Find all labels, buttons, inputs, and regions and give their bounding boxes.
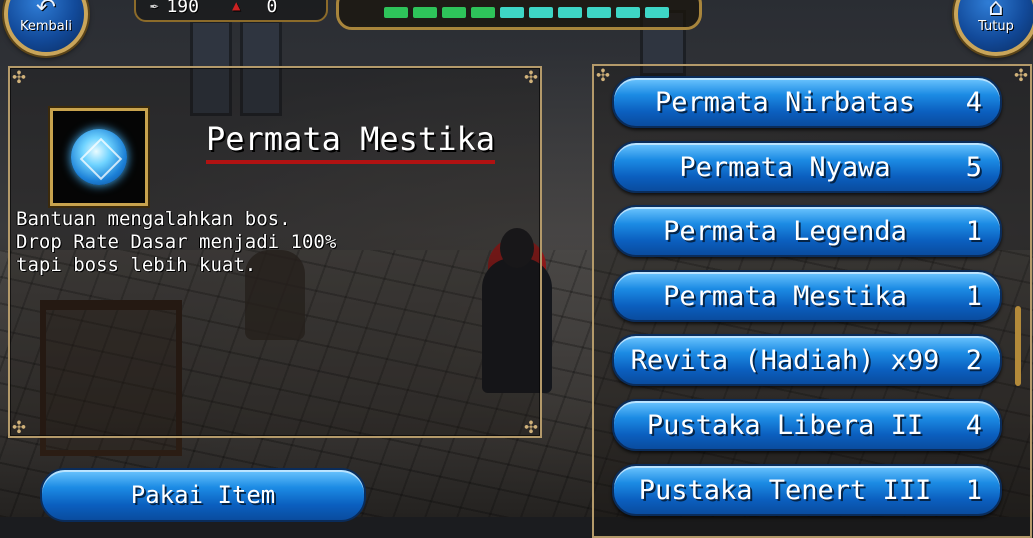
item-name: Permata Nirbatas — [654, 86, 916, 118]
energy-gauge — [384, 7, 669, 18]
stat-b-value: 0 — [266, 0, 278, 17]
gauge-segment — [413, 7, 437, 18]
list-item[interactable]: Revita (Hadiah) x99 2 — [612, 334, 1002, 386]
gauge-segment — [529, 7, 553, 18]
item-count: 4 — [965, 409, 982, 441]
use-item-button[interactable]: Pakai Item — [40, 468, 366, 522]
ornament-icon: ✣ — [524, 64, 538, 89]
list-item[interactable]: Pustaka Tenert III 1 — [612, 464, 1002, 516]
item-name: Pustaka Libera II — [646, 409, 924, 441]
item-name: Permata Nyawa — [679, 151, 891, 183]
item-count: 1 — [965, 280, 982, 312]
item-description: Bantuan mengalahkan bos. Drop Rate Dasar… — [16, 208, 336, 277]
item-count: 1 — [965, 215, 982, 247]
description-line: Drop Rate Dasar menjadi 100% — [16, 231, 337, 253]
gauge-segment — [442, 7, 466, 18]
list-item[interactable]: Permata Nyawa 5 — [612, 141, 1002, 193]
item-name: Pustaka Tenert III — [638, 474, 932, 506]
ornament-icon: ✣ — [12, 414, 26, 439]
gauge-segment — [645, 7, 669, 18]
item-name: Revita (Hadiah) x99 — [630, 344, 940, 376]
warning-icon: ▲ — [232, 0, 241, 14]
gauge-segment — [384, 7, 408, 18]
back-button-label: Kembali — [20, 18, 72, 34]
list-item[interactable]: Pustaka Libera II 4 — [612, 399, 1002, 451]
item-name: Permata Mestika — [663, 280, 907, 312]
item-name: Permata Legenda — [663, 215, 907, 247]
close-button-label: Tutup — [978, 18, 1014, 34]
ornament-icon: ✣ — [596, 62, 610, 87]
gauge-segment — [500, 7, 524, 18]
back-arrow-icon: ↶ — [35, 0, 57, 21]
stat-a: ✒ 190 — [150, 0, 199, 18]
gauge-segment — [587, 7, 611, 18]
stat-a-value: 190 — [166, 0, 199, 17]
list-item-selected[interactable]: Permata Mestika 1 — [612, 270, 1002, 322]
list-item[interactable]: Permata Nirbatas 4 — [612, 76, 1002, 128]
item-count: 1 — [965, 474, 982, 506]
feather-icon: ✒ — [150, 0, 159, 14]
item-count: 5 — [965, 151, 982, 183]
home-icon: ⌂ — [988, 0, 1004, 21]
ornament-icon: ✣ — [524, 414, 538, 439]
gauge-segment — [558, 7, 582, 18]
description-line: tapi boss lebih kuat. — [16, 254, 257, 276]
description-line: Bantuan mengalahkan bos. — [16, 208, 291, 230]
gauge-segment — [471, 7, 495, 18]
list-item[interactable]: Permata Legenda 1 — [612, 205, 1002, 257]
item-icon-frame — [50, 108, 148, 206]
gauge-segment — [616, 7, 640, 18]
ornament-icon: ✣ — [1014, 62, 1028, 87]
item-count: 4 — [965, 86, 982, 118]
stat-b: ▲ 0 — [232, 0, 277, 18]
list-scrollbar[interactable] — [1015, 306, 1021, 386]
item-count: 2 — [965, 344, 982, 376]
ornament-icon: ✣ — [12, 64, 26, 89]
item-title: Permata Mestika — [206, 120, 495, 164]
